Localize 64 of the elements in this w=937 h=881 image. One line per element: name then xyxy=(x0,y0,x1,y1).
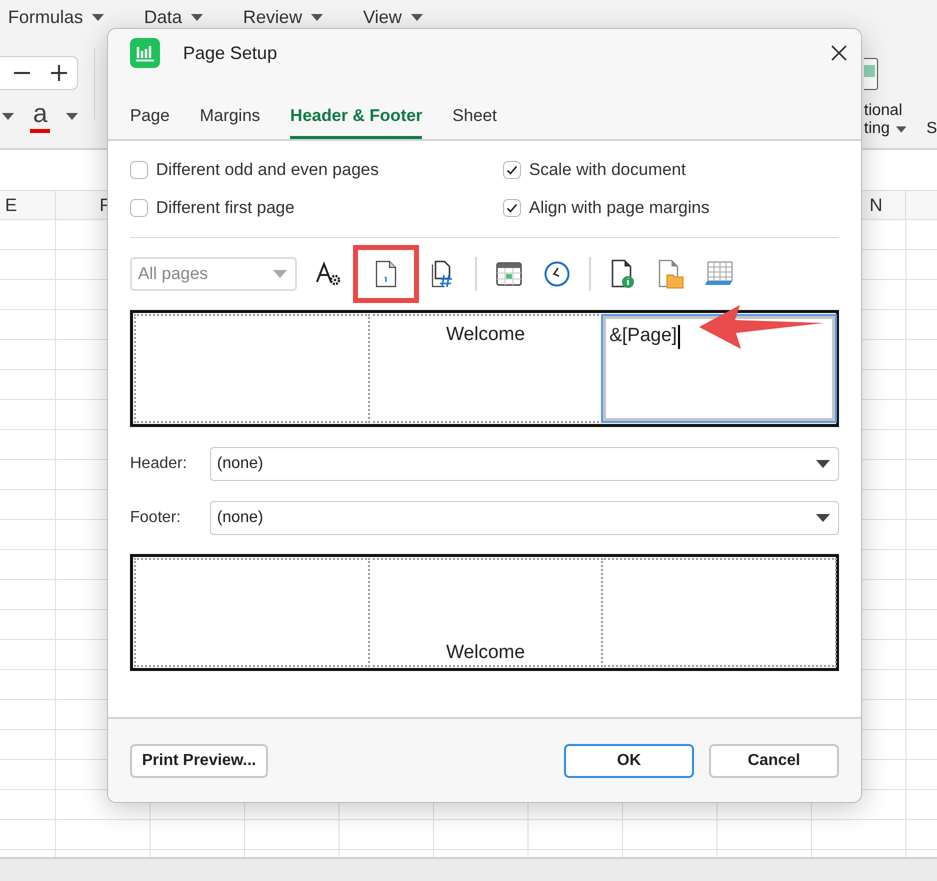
field-label: Footer: xyxy=(130,509,182,527)
section-text: Welcome xyxy=(446,324,525,346)
checkbox[interactable] xyxy=(130,161,148,179)
menu-item[interactable]: Formulas xyxy=(8,6,104,28)
tab[interactable]: Header & Footer xyxy=(290,106,422,139)
menu-item[interactable]: View xyxy=(363,6,423,28)
minus-icon xyxy=(13,72,32,74)
pages-hash-icon xyxy=(431,260,455,288)
tab[interactable]: Margins xyxy=(200,106,260,139)
page-icon xyxy=(375,260,397,288)
dialog-title: Page Setup xyxy=(183,42,278,64)
font-color-button[interactable]: a xyxy=(30,100,50,133)
text-cursor xyxy=(678,325,680,349)
caret-icon xyxy=(816,460,830,468)
caret-icon xyxy=(191,14,204,20)
menu-item[interactable]: Review xyxy=(243,6,324,28)
caret-icon xyxy=(66,113,78,120)
tab[interactable]: Sheet xyxy=(452,106,497,139)
dialog-button[interactable]: Print Preview... xyxy=(130,744,268,778)
checkbox-label: Different odd and even pages xyxy=(156,160,379,180)
size-stepper[interactable] xyxy=(0,56,78,90)
check-icon xyxy=(505,163,519,177)
field-label: Header: xyxy=(130,455,188,473)
menu-item[interactable]: Data xyxy=(144,6,204,28)
close-icon[interactable] xyxy=(831,45,847,61)
clock-icon xyxy=(544,261,570,287)
caret-icon xyxy=(311,14,324,20)
plus-icon xyxy=(50,64,68,82)
text-format-icon xyxy=(315,261,343,287)
tab[interactable]: Page xyxy=(130,106,170,139)
caret-icon xyxy=(273,270,287,278)
section-text: &[Page] xyxy=(609,325,677,347)
footer-section[interactable] xyxy=(601,558,838,667)
checkbox[interactable] xyxy=(503,199,521,217)
checkbox-label: Scale with document xyxy=(529,160,686,180)
chart-app-icon xyxy=(130,38,160,68)
toolbar-button[interactable] xyxy=(353,245,419,303)
ribbon-label[interactable]: tional xyxy=(864,102,937,120)
calendar-icon xyxy=(496,262,522,286)
header-dropdown[interactable]: (none) xyxy=(210,447,839,481)
checkbox[interactable] xyxy=(503,161,521,179)
page-info-icon xyxy=(611,259,635,289)
check-icon xyxy=(505,201,519,215)
sheet-icon xyxy=(705,261,733,287)
footer-dropdown[interactable]: (none) xyxy=(210,501,839,535)
caret-icon xyxy=(2,113,14,120)
caret-icon xyxy=(816,514,830,522)
footer-section[interactable] xyxy=(134,558,370,667)
dialog-button[interactable]: Cancel xyxy=(709,744,839,778)
ribbon-label[interactable]: ting xyxy=(864,120,890,138)
checkbox[interactable] xyxy=(130,199,148,217)
header-section[interactable] xyxy=(134,314,370,423)
ribbon-label[interactable]: S xyxy=(926,120,937,138)
caret-icon xyxy=(896,126,906,132)
conditional-format-icon[interactable] xyxy=(864,58,878,90)
dialog-button[interactable]: OK xyxy=(564,744,694,778)
checkbox-label: Align with page margins xyxy=(529,198,710,218)
column-header[interactable]: E xyxy=(0,191,56,219)
header-section[interactable]: &[Page] xyxy=(601,314,838,423)
checkbox-label: Different first page xyxy=(156,198,295,218)
section-text: Welcome xyxy=(446,642,525,664)
caret-icon xyxy=(410,14,423,20)
page-folder-icon xyxy=(658,259,684,289)
caret-icon xyxy=(92,14,104,20)
